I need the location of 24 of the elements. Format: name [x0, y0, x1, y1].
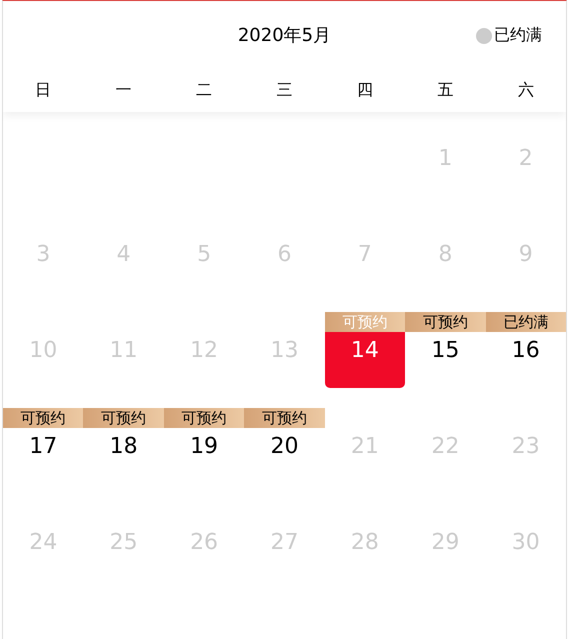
- weekday-label: 二: [195, 80, 214, 100]
- status-badge: 可预约: [324, 312, 406, 332]
- status-badge: 可预约: [83, 408, 164, 428]
- day-cell[interactable]: 15: [405, 332, 486, 388]
- weekday-label: 六: [516, 80, 535, 100]
- weekday-label: 四: [356, 80, 374, 100]
- weekday-label: 一: [114, 80, 133, 100]
- status-badge: 可预约: [3, 408, 84, 428]
- legend-label: 已约满: [494, 25, 542, 46]
- day-cell[interactable]: 18: [83, 428, 164, 484]
- weekday-label: 日: [34, 80, 52, 100]
- weekday-label: 五: [436, 80, 454, 100]
- day-cell[interactable]: 16: [486, 332, 566, 388]
- status-badge: 可预约: [164, 408, 244, 428]
- status-badge: 可预约: [244, 408, 325, 428]
- weekday-label: 三: [275, 80, 294, 100]
- day-cell[interactable]: 14: [324, 332, 406, 388]
- day-cell[interactable]: 17: [3, 428, 84, 484]
- status-badge: 可预约: [405, 312, 486, 332]
- status-badge: 已约满: [486, 312, 566, 332]
- day-cell[interactable]: 20: [244, 428, 325, 484]
- day-cell[interactable]: 19: [164, 428, 244, 484]
- month-title: 2020年5月: [238, 24, 332, 47]
- legend-dot: [476, 28, 492, 44]
